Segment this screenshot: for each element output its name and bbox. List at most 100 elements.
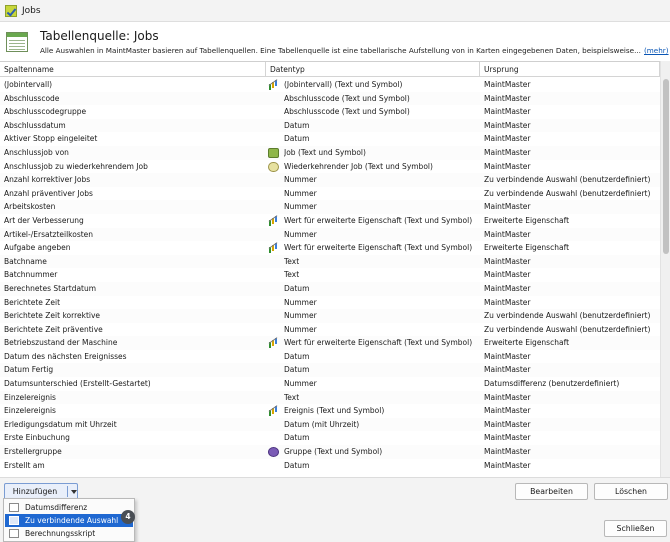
cell-origin: Zu verbindende Auswahl (benutzerdefinier… <box>484 311 651 321</box>
cell-data-type: Ereignis (Text und Symbol) <box>284 406 385 416</box>
cell-data-type: Text <box>284 270 300 280</box>
table-source-icon <box>6 32 28 52</box>
table-row[interactable]: Batchname Text MaintMaster <box>0 254 660 269</box>
cell-data-type: Nummer <box>284 188 317 198</box>
table-row[interactable]: Datum Fertig Datum MaintMaster <box>0 363 660 378</box>
cell-data-type: Nummer <box>284 297 317 307</box>
close-button[interactable]: Schließen <box>604 520 667 537</box>
cell-origin: Zu verbindende Auswahl (benutzerdefinier… <box>484 175 651 185</box>
add-dropdown-menu: Datumsdifferenz Zu verbindende Auswahl B… <box>3 498 135 542</box>
menu-item-datumsdifferenz[interactable]: Datumsdifferenz <box>5 501 133 514</box>
cell-column-name: Erledigungsdatum mit Uhrzeit <box>4 419 117 429</box>
column-header-name[interactable]: Spaltenname <box>0 62 266 77</box>
chevron-down-icon[interactable] <box>71 490 77 494</box>
cell-data-type: Wert für erweiterte Eigenschaft (Text un… <box>284 338 473 348</box>
cell-data-type: Datum <box>284 283 310 293</box>
cell-data-type: Datum <box>284 120 310 130</box>
table-row[interactable]: Abschlusscode Abschlusscode (Text und Sym… <box>0 91 660 106</box>
cell-origin: Datumsdifferenz (benutzerdefiniert) <box>484 379 620 389</box>
cell-column-name: Einzelereignis <box>4 392 56 402</box>
table-row[interactable]: Anschlussjob zu wiederkehrendem Job Wiede… <box>0 160 660 174</box>
vertical-scrollbar[interactable] <box>660 61 670 477</box>
app-logo-icon <box>5 4 17 17</box>
cell-data-type: Text <box>284 256 300 266</box>
cell-data-type: Abschlusscode (Text und Symbol) <box>284 107 410 117</box>
cell-column-name: Datum des nächsten Ereignisses <box>4 351 127 361</box>
scrollbar-thumb[interactable] <box>663 79 669 254</box>
cell-column-name: Datum Fertig <box>4 365 54 375</box>
cell-column-name: Erstellt am <box>4 460 45 470</box>
cell-column-name: Batchnummer <box>4 270 58 280</box>
cell-data-type: Wiederkehrender Job (Text und Symbol) <box>284 161 433 171</box>
cell-data-type: Abschlusscode (Text und Symbol) <box>284 93 410 103</box>
cell-data-type: Datum (mit Uhrzeit) <box>284 419 360 429</box>
cell-data-type: Datum <box>284 351 310 361</box>
table-row[interactable]: Erledigungsdatum mit Uhrzeit Datum (mit U… <box>0 417 660 432</box>
table-row[interactable]: Berechnetes Startdatum Datum MaintMaster <box>0 281 660 296</box>
table-row[interactable]: Datum des nächsten Ereignisses Datum Maint… <box>0 350 660 364</box>
table-row[interactable]: Betriebszustand der Maschine Wert für erw… <box>0 336 660 350</box>
join-selection-icon <box>9 516 19 525</box>
table-row[interactable]: Anzahl korrektiver Jobs Nummer Zu verbinde… <box>0 173 660 187</box>
table-header: Spaltenname Datentyp Ursprung <box>0 62 660 77</box>
table-row[interactable]: Art der Verbesserung Wert für erweiterte … <box>0 214 660 228</box>
cell-data-type: Wert für erweiterte Eigenschaft (Text un… <box>284 215 473 225</box>
cell-origin: MaintMaster <box>484 202 531 212</box>
bar-chart-icon <box>268 406 279 417</box>
table-row[interactable]: Berichtete Zeit korrektive Nummer Zu verbi… <box>0 309 660 323</box>
table-row[interactable]: Anschlussjob von Job (Text und Symbol) Mai… <box>0 145 660 160</box>
bar-chart-icon <box>268 243 279 254</box>
cell-column-name: Batchname <box>4 256 47 266</box>
delete-button[interactable]: Löschen <box>594 483 668 500</box>
table-row[interactable]: Arbeitskosten Nummer MaintMaster <box>0 200 660 214</box>
cell-column-name: Arbeitskosten <box>4 202 56 212</box>
edit-button[interactable]: Bearbeiten <box>515 483 588 500</box>
table-row[interactable]: Anzahl präventiver Jobs Nummer Zu verbinde… <box>0 187 660 201</box>
cell-data-type: Datum <box>284 365 310 375</box>
cell-data-type: Wert für erweiterte Eigenschaft (Text un… <box>284 243 473 253</box>
table-row[interactable]: Abschlussdatum Datum MaintMaster <box>0 118 660 133</box>
cell-column-name: Einzelereignis <box>4 406 56 416</box>
column-header-type[interactable]: Datentyp <box>266 62 480 77</box>
cell-column-name: Berichtete Zeit korrektive <box>4 311 101 321</box>
cell-data-type: Nummer <box>284 229 317 239</box>
table-row[interactable]: Abschlusscodegruppe Abschlusscode (Text u… <box>0 105 660 119</box>
cell-data-type: Nummer <box>284 202 317 212</box>
table-row[interactable]: Erste Einbuchung Datum MaintMaster <box>0 431 660 445</box>
table-row[interactable]: Einzelereignis Ereignis (Text und Symbol)… <box>0 404 660 418</box>
cell-data-type: Nummer <box>284 311 317 321</box>
cell-data-type: Gruppe (Text und Symbol) <box>284 447 383 457</box>
cell-origin: MaintMaster <box>484 80 531 89</box>
cell-column-name: Anzahl korrektiver Jobs <box>4 175 91 185</box>
menu-item-berechnungsskript[interactable]: Berechnungsskript <box>5 527 133 540</box>
bar-chart-icon <box>268 338 279 349</box>
column-header-origin[interactable]: Ursprung <box>480 62 660 77</box>
table-row[interactable]: Erstellergruppe Gruppe (Text und Symbol) M… <box>0 445 660 459</box>
table-row[interactable]: Aktiver Stopp eingeleitet Datum MaintMaste… <box>0 132 660 146</box>
table-row[interactable]: Artikel-/Ersatzteilkosten Nummer MaintMast… <box>0 227 660 242</box>
cell-column-name: Abschlusscode <box>4 93 60 103</box>
table-row[interactable]: Aufgabe angeben Wert für erweiterte Eigen… <box>0 241 660 255</box>
table-row[interactable]: (Jobintervall) (Jobintervall) (Text und S… <box>0 78 660 92</box>
cell-column-name: Artikel-/Ersatzteilkosten <box>4 229 94 239</box>
table-row[interactable]: Berichtete Zeit Nummer MaintMaster <box>0 296 660 310</box>
cell-column-name: Anzahl präventiver Jobs <box>4 188 93 198</box>
cell-data-type: Datum <box>284 134 310 144</box>
menu-item-zu-verbindende-auswahl[interactable]: Zu verbindende Auswahl <box>5 514 133 527</box>
more-link[interactable]: (mehr) <box>644 46 669 55</box>
cell-column-name: Berechnetes Startdatum <box>4 283 97 293</box>
cell-origin: Erweiterte Eigenschaft <box>484 215 570 225</box>
table-row[interactable]: Datumsunterschied (Erstellt-Gestartet) Nu… <box>0 377 660 391</box>
cell-data-type: Nummer <box>284 379 317 389</box>
cell-data-type: Job (Text und Symbol) <box>284 147 366 157</box>
table-row[interactable]: Batchnummer Text MaintMaster <box>0 268 660 282</box>
cell-column-name: Berichtete Zeit präventive <box>4 324 103 334</box>
cell-origin: Erweiterte Eigenschaft <box>484 243 570 253</box>
cell-origin: MaintMaster <box>484 447 531 457</box>
table-row[interactable]: Berichtete Zeit präventive Nummer Zu verbi… <box>0 323 660 337</box>
group-icon <box>268 447 279 458</box>
table-row[interactable]: Einzelereignis Text MaintMaster <box>0 390 660 405</box>
cell-data-type: Text <box>284 392 300 402</box>
table-row[interactable]: Erstellt am Datum MaintMaster <box>0 459 660 473</box>
cell-origin: MaintMaster <box>484 433 531 443</box>
